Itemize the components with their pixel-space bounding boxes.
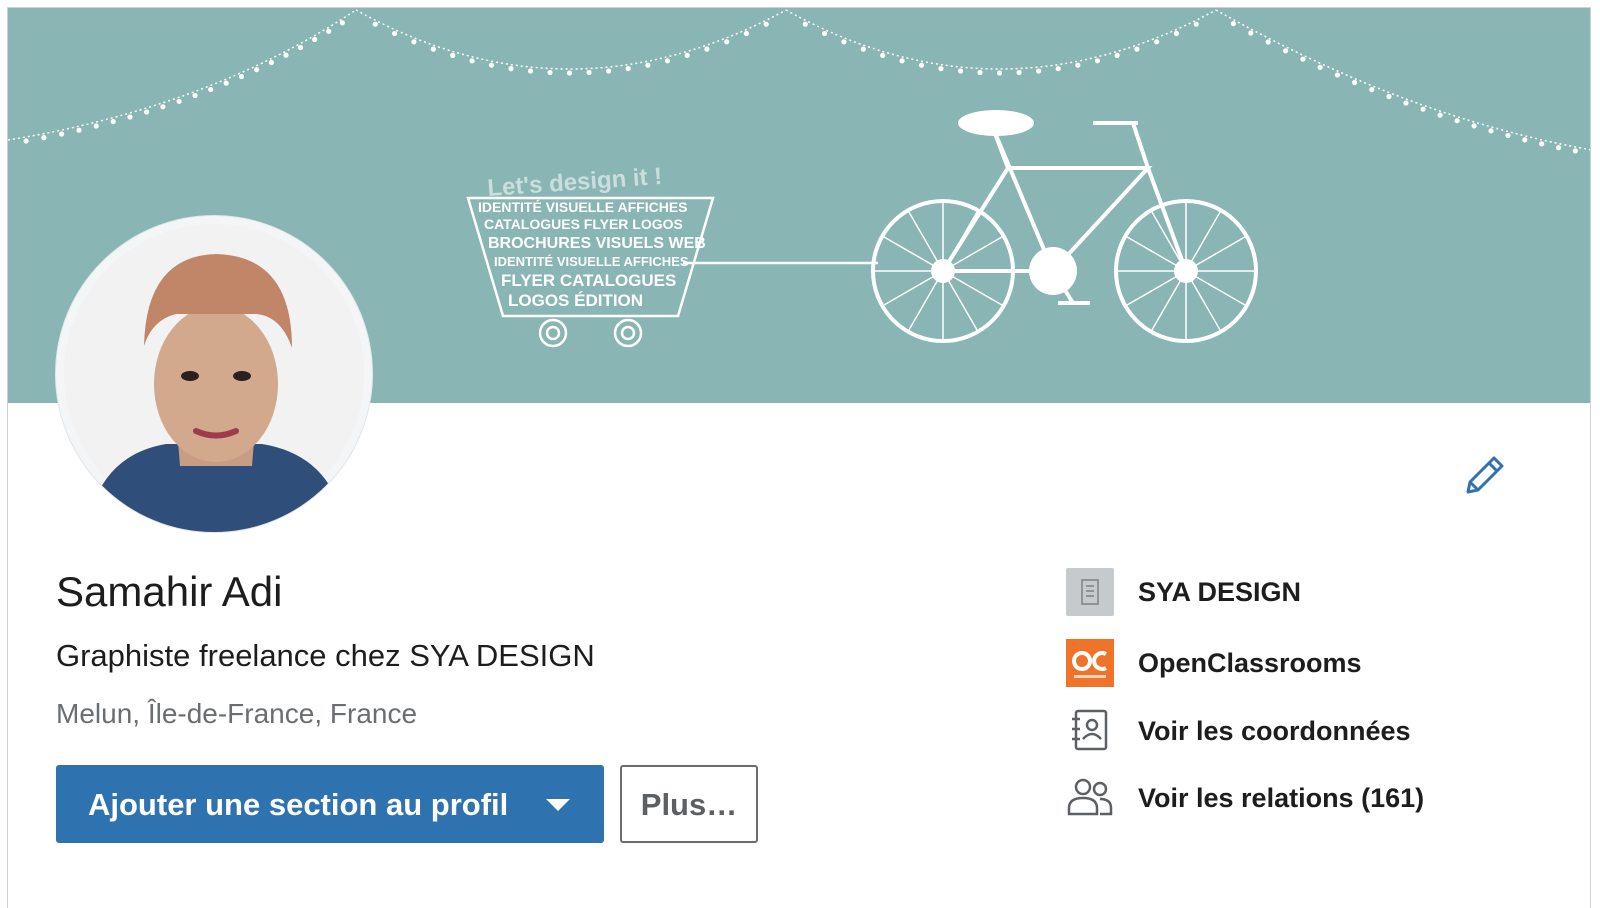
profile-location: Melun, Île-de-France, France (56, 698, 418, 729)
bicycle-illustration (871, 121, 1258, 343)
sidebar-item-label: Voir les relations (161) (1138, 783, 1425, 813)
sidebar-item-label: SYA DESIGN (1138, 577, 1302, 607)
banner-word-line: LOGOS ÉDITION (508, 291, 643, 310)
profile-name: Samahir Adi (56, 568, 283, 615)
banner-word-line: IDENTITÉ VISUELLE AFFICHES (478, 199, 688, 215)
company-icon (1066, 568, 1114, 616)
people-icon (1067, 778, 1113, 816)
pencil-icon (1466, 456, 1504, 494)
sidebar-item-label: OpenClassrooms (1138, 648, 1362, 678)
profile-card: Let's design it ! IDENTITÉ VISUELLE AFFI… (7, 7, 1591, 908)
banner-word-line: FLYER CATALOGUES (501, 271, 676, 290)
edit-profile-button[interactable] (1458, 452, 1508, 502)
add-profile-section-button[interactable]: Ajouter une section au profil (56, 765, 604, 843)
add-profile-section-label: Ajouter une section au profil (88, 787, 509, 822)
profile-headline: Graphiste freelance chez SYA DESIGN (56, 638, 595, 673)
contact-card-icon (1072, 709, 1108, 751)
banner-word-line: BROCHURES VISUELS WEB (488, 235, 706, 252)
openclassrooms-logo (1066, 639, 1114, 687)
profile-photo[interactable] (56, 216, 372, 532)
banner-word-line: IDENTITÉ VISUELLE AFFICHES (494, 254, 689, 269)
banner-tagline: Let's design it ! (487, 163, 664, 202)
banner-word-line: CATALOGUES FLYER LOGOS (484, 216, 683, 232)
profile-portrait (64, 224, 364, 532)
more-button[interactable]: Plus… (620, 765, 758, 843)
chevron-down-icon (546, 799, 570, 811)
more-button-label: Plus… (640, 787, 738, 822)
sidebar-item-label: Voir les coordonnées (1138, 716, 1411, 746)
